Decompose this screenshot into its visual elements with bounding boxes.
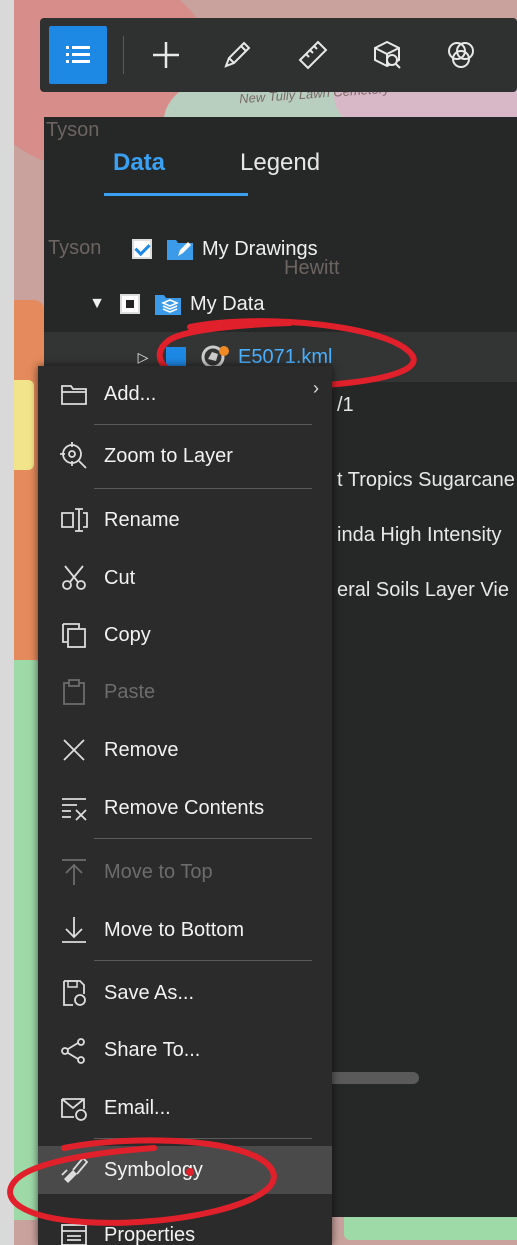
copy-icon <box>62 623 86 648</box>
menu-item-label: Paste <box>104 680 156 703</box>
map-region <box>14 380 34 470</box>
panel-tabs: Data Legend <box>44 117 517 197</box>
menu-item-email[interactable]: Email... <box>38 1084 332 1132</box>
menu-item-label: Zoom to Layer <box>104 444 233 467</box>
properties-icon <box>61 1224 87 1245</box>
cube-search-icon <box>374 40 401 69</box>
menu-item-remove-contents[interactable]: Remove Contents <box>38 784 332 832</box>
layer-checkbox[interactable] <box>132 239 152 259</box>
layer-context-menu: Add... Zoom to Layer Rename Cut Copy Pas… <box>38 366 332 1245</box>
drawing-folder-icon <box>167 240 193 260</box>
layer-label-partial: inda High Intensity <box>337 524 502 546</box>
menu-divider <box>94 488 312 489</box>
window-edge <box>0 0 14 1245</box>
layer-checkbox[interactable] <box>120 294 140 314</box>
overlap-circles-icon <box>448 42 474 68</box>
active-tab-indicator <box>104 193 248 196</box>
rename-icon <box>61 508 88 532</box>
zoom-target-icon <box>60 442 87 469</box>
layer-label-partial: t Tropics Sugarcane <box>337 469 515 491</box>
data-folder-icon <box>155 295 181 315</box>
layer-checkbox[interactable] <box>166 347 186 367</box>
menu-item-share-to[interactable]: Share To... <box>38 1026 332 1074</box>
menu-item-copy[interactable]: Copy <box>38 611 332 659</box>
menu-item-remove[interactable]: Remove <box>38 726 332 774</box>
email-icon <box>61 1098 87 1121</box>
menu-item-label: Symbology <box>104 1158 203 1181</box>
arrow-down-icon <box>62 917 86 943</box>
menu-item-label: Add... <box>104 382 157 405</box>
menu-item-save-as[interactable]: Save As... <box>38 969 332 1017</box>
menu-item-cut[interactable]: Cut <box>38 554 332 602</box>
menu-item-move-to-bottom[interactable]: Move to Bottom <box>38 906 332 954</box>
save-as-icon <box>63 980 86 1006</box>
add-data-button[interactable] <box>137 26 195 84</box>
menu-item-paste[interactable]: Paste <box>38 668 332 716</box>
menu-item-label: Rename <box>104 508 180 531</box>
menu-item-move-to-top[interactable]: Move to Top <box>38 848 332 896</box>
overlay-button[interactable] <box>432 26 490 84</box>
clipboard-icon <box>63 679 85 705</box>
list-icon <box>66 46 90 63</box>
folder-icon <box>61 385 87 405</box>
pencil-icon <box>224 41 251 68</box>
menu-divider <box>94 1138 312 1139</box>
x-icon <box>63 739 85 761</box>
arrow-up-icon <box>62 859 86 885</box>
tab-legend[interactable]: Legend <box>240 149 320 177</box>
menu-item-add[interactable]: Add... <box>38 370 332 418</box>
menu-item-label: Remove <box>104 738 179 761</box>
menu-divider <box>94 960 312 961</box>
map-region <box>14 660 40 1220</box>
menu-item-label: Move to Bottom <box>104 918 245 941</box>
layer-item-my-data[interactable]: ▼ My Data <box>88 284 264 324</box>
remove-contents-icon <box>62 798 87 821</box>
measure-button[interactable] <box>284 26 342 84</box>
menu-item-rename[interactable]: Rename <box>38 496 332 544</box>
menu-divider <box>94 838 312 839</box>
layer-item-my-drawings[interactable]: My Drawings <box>132 229 318 269</box>
draw-button[interactable] <box>208 26 266 84</box>
query-button[interactable] <box>358 26 416 84</box>
map-toolbar <box>40 18 517 92</box>
menu-item-label: Copy <box>104 623 151 646</box>
share-icon <box>61 1038 85 1064</box>
menu-item-label: Email... <box>104 1096 171 1119</box>
scissors-icon <box>62 565 86 590</box>
map-label-tyson: Tyson <box>46 119 100 141</box>
ruler-icon <box>298 40 328 70</box>
screenshot-frame: New Tully Lawn Cemetery Data Legend Tyso… <box>0 0 517 1245</box>
layer-label: My Drawings <box>202 237 318 260</box>
paint-icon <box>61 1156 89 1183</box>
layer-list-button[interactable] <box>49 26 107 84</box>
chevron-right-icon[interactable]: ▷ <box>134 349 152 366</box>
menu-item-label: Remove Contents <box>104 796 265 819</box>
layer-label-partial: eral Soils Layer Vie <box>337 579 509 601</box>
chevron-down-icon[interactable]: ▼ <box>88 295 106 313</box>
menu-item-label: Share To... <box>104 1038 201 1061</box>
menu-item-label: Save As... <box>104 981 195 1004</box>
menu-item-label: Cut <box>104 566 136 589</box>
menu-item-symbology[interactable]: Symbology <box>38 1146 332 1194</box>
menu-item-zoom-to-layer[interactable]: Zoom to Layer <box>38 432 332 480</box>
chevron-right-icon: › <box>313 378 319 398</box>
menu-item-label: Properties <box>104 1223 196 1245</box>
map-label-tyson: Tyson <box>48 237 102 259</box>
menu-item-properties[interactable]: Properties <box>38 1211 332 1245</box>
menu-item-label: Move to Top <box>104 860 213 883</box>
plus-icon <box>153 42 179 68</box>
layer-label-partial: /1 <box>337 394 354 416</box>
layer-label: My Data <box>190 292 265 315</box>
toolbar-divider <box>123 36 124 74</box>
tab-data[interactable]: Data <box>113 149 165 177</box>
menu-divider <box>94 424 312 425</box>
